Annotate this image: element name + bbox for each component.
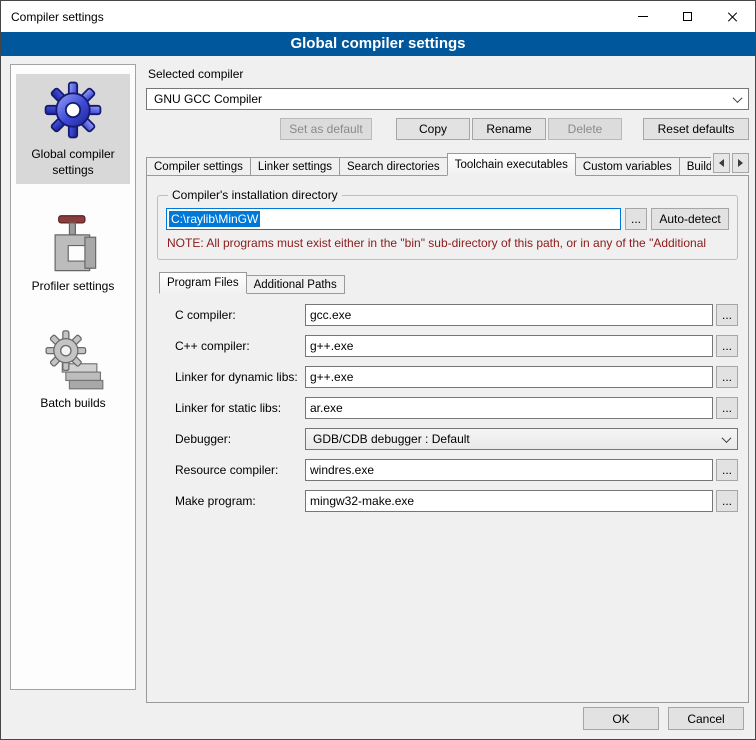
c-compiler-label: C compiler: xyxy=(175,308,305,322)
make-program-browse-button[interactable]: ... xyxy=(716,490,738,512)
titlebar[interactable]: Compiler settings xyxy=(1,1,755,32)
sidebar-item-global-compiler-settings[interactable]: Global compiler settings xyxy=(16,74,130,184)
make-program-row: Make program: ... xyxy=(175,490,738,512)
cpp-compiler-label: C++ compiler: xyxy=(175,339,305,353)
debugger-label: Debugger: xyxy=(175,432,305,446)
maximize-icon xyxy=(683,12,692,21)
tab-list: Compiler settings Linker settings Search… xyxy=(146,153,711,176)
cpp-compiler-row: C++ compiler: ... xyxy=(175,335,738,357)
tab-scroll-right-icon xyxy=(738,159,743,167)
static-linker-row: Linker for static libs: ... xyxy=(175,397,738,419)
dynamic-linker-row: Linker for dynamic libs: ... xyxy=(175,366,738,388)
settings-category-list: Global compiler settings Profiler settin… xyxy=(10,64,136,690)
c-compiler-row: C compiler: ... xyxy=(175,304,738,326)
tab-search-directories[interactable]: Search directories xyxy=(339,157,448,176)
dialog-header: Global compiler settings xyxy=(1,32,755,56)
sidebar-item-batch-builds[interactable]: Batch builds xyxy=(16,323,130,418)
compiler-settings-window: Compiler settings Global compiler settin… xyxy=(0,0,756,740)
dynamic-linker-label: Linker for dynamic libs: xyxy=(175,370,305,384)
installation-directory-group-title: Compiler's installation directory xyxy=(168,188,342,202)
dynamic-linker-browse-button[interactable]: ... xyxy=(716,366,738,388)
set-as-default-button[interactable]: Set as default xyxy=(280,118,372,140)
window-controls xyxy=(620,1,755,32)
sidebar-item-label: Global compiler settings xyxy=(18,147,128,178)
close-icon xyxy=(727,11,739,23)
delete-button[interactable]: Delete xyxy=(548,118,622,140)
sidebar-item-profiler-settings[interactable]: Profiler settings xyxy=(16,206,130,301)
copy-button[interactable]: Copy xyxy=(396,118,470,140)
main-content: Selected compiler GNU GCC Compiler Set a… xyxy=(146,63,749,703)
sidebar-item-label: Batch builds xyxy=(18,396,128,412)
batch-builds-icon xyxy=(42,328,104,390)
reset-defaults-button[interactable]: Reset defaults xyxy=(643,118,749,140)
installation-note: NOTE: All programs must exist either in … xyxy=(167,236,728,250)
installation-directory-input[interactable]: C:\raylib\MinGW xyxy=(166,208,621,230)
debugger-dropdown[interactable]: GDB/CDB debugger : Default xyxy=(305,428,738,450)
toolchain-executables-panel: Compiler's installation directory C:\ray… xyxy=(146,175,749,703)
chevron-down-icon xyxy=(733,93,743,103)
make-program-label: Make program: xyxy=(175,494,305,508)
subtab-additional-paths[interactable]: Additional Paths xyxy=(246,275,345,294)
close-button[interactable] xyxy=(710,1,755,32)
resource-compiler-row: Resource compiler: ... xyxy=(175,459,738,481)
program-files-fields: C compiler: ... C++ compiler: ... Linker… xyxy=(157,304,738,512)
static-linker-browse-button[interactable]: ... xyxy=(716,397,738,419)
resource-compiler-browse-button[interactable]: ... xyxy=(716,459,738,481)
dialog-footer: OK Cancel xyxy=(583,707,744,730)
compiler-actions: Set as default Copy Rename Delete Reset … xyxy=(146,118,749,140)
profiler-settings-icon xyxy=(42,211,104,273)
cpp-compiler-input[interactable] xyxy=(305,335,713,357)
dynamic-linker-input[interactable] xyxy=(305,366,713,388)
installation-directory-value: C:\raylib\MinGW xyxy=(169,211,260,227)
tab-custom-variables[interactable]: Custom variables xyxy=(575,157,680,176)
installation-directory-browse-button[interactable]: ... xyxy=(625,208,647,230)
maximize-button[interactable] xyxy=(665,1,710,32)
installation-directory-row: C:\raylib\MinGW ... Auto-detect xyxy=(166,208,729,230)
ok-button[interactable]: OK xyxy=(583,707,659,730)
rename-button[interactable]: Rename xyxy=(472,118,546,140)
subtab-program-files[interactable]: Program Files xyxy=(159,272,247,294)
window-title: Compiler settings xyxy=(11,10,104,24)
tab-linker-settings[interactable]: Linker settings xyxy=(250,157,340,176)
auto-detect-button[interactable]: Auto-detect xyxy=(651,208,729,230)
selected-compiler-value: GNU GCC Compiler xyxy=(154,92,734,106)
c-compiler-input[interactable] xyxy=(305,304,713,326)
make-program-input[interactable] xyxy=(305,490,713,512)
tab-scroll-left-icon xyxy=(719,159,724,167)
resource-compiler-input[interactable] xyxy=(305,459,713,481)
installation-directory-group: Compiler's installation directory C:\ray… xyxy=(157,188,738,260)
static-linker-label: Linker for static libs: xyxy=(175,401,305,415)
debugger-value: GDB/CDB debugger : Default xyxy=(313,432,723,446)
static-linker-input[interactable] xyxy=(305,397,713,419)
chevron-down-icon xyxy=(722,433,732,443)
minimize-button[interactable] xyxy=(620,1,665,32)
settings-tabstrip: Compiler settings Linker settings Search… xyxy=(146,153,749,176)
cancel-button[interactable]: Cancel xyxy=(668,707,744,730)
resource-compiler-label: Resource compiler: xyxy=(175,463,305,477)
tab-scroll-right-button[interactable] xyxy=(732,153,749,173)
tab-toolchain-executables[interactable]: Toolchain executables xyxy=(447,153,576,176)
selected-compiler-label: Selected compiler xyxy=(148,67,749,81)
tab-compiler-settings[interactable]: Compiler settings xyxy=(146,157,251,176)
program-files-subtabs: Program Files Additional Paths xyxy=(159,272,738,294)
sidebar-item-label: Profiler settings xyxy=(18,279,128,295)
global-compiler-settings-icon xyxy=(42,79,104,141)
cpp-compiler-browse-button[interactable]: ... xyxy=(716,335,738,357)
c-compiler-browse-button[interactable]: ... xyxy=(716,304,738,326)
minimize-icon xyxy=(638,16,648,17)
tab-scrollers xyxy=(713,153,749,173)
selected-compiler-dropdown[interactable]: GNU GCC Compiler xyxy=(146,88,749,110)
debugger-row: Debugger: GDB/CDB debugger : Default xyxy=(175,428,738,450)
tab-scroll-left-button[interactable] xyxy=(713,153,730,173)
tab-build-options[interactable]: Build options xyxy=(679,157,711,176)
